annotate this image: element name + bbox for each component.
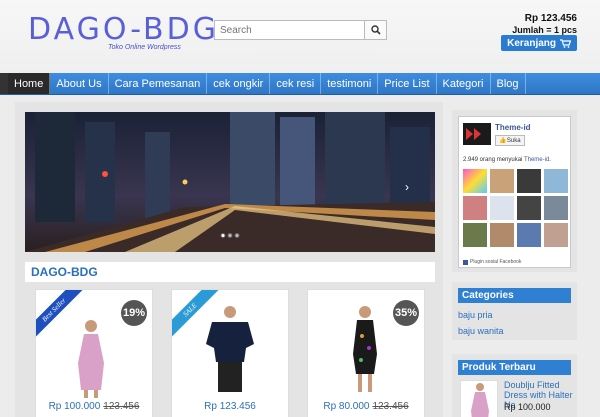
- site-tagline: Toko Online Wordpress: [108, 44, 181, 51]
- cart-icon: [560, 38, 571, 48]
- cart-total: Rp 123.456: [524, 13, 577, 24]
- discount-badge: 19%: [121, 300, 147, 326]
- site-header: DAGO-BDG Toko Online Wordpress Rp 123.45…: [0, 0, 600, 73]
- slider-dot[interactable]: [227, 233, 233, 238]
- facebook-like-count: 2.949 orang menyukai Theme-id.: [463, 157, 551, 163]
- section-title: DAGO-BDG: [25, 262, 435, 282]
- page-logo-icon: [463, 123, 491, 145]
- fan-avatar[interactable]: [517, 196, 541, 220]
- facebook-widget: Theme-id 👍Suka 2.949 orang menyukai Them…: [452, 110, 577, 272]
- product-price: Rp 80.000 123.456: [323, 401, 409, 412]
- main-content: › DAGO-BDG Best Seller 19% Rp 100.000 123…: [15, 102, 443, 417]
- product-grid: Best Seller 19% Rp 100.000 123.456 SALE R…: [25, 289, 435, 417]
- search-button[interactable]: [364, 21, 386, 39]
- product-image: [78, 320, 104, 398]
- slider-image: [25, 112, 435, 252]
- nav-testimoni[interactable]: testimoni: [321, 73, 379, 94]
- nav-cara-pemesanan[interactable]: Cara Pemesanan: [109, 73, 208, 94]
- nav-blog[interactable]: Blog: [491, 73, 526, 94]
- new-products-title: Produk Terbaru: [458, 360, 571, 375]
- nav-cek-resi[interactable]: cek resi: [270, 73, 322, 94]
- product-old-price: 123.456: [103, 401, 140, 412]
- fan-avatar[interactable]: [544, 169, 568, 193]
- fan-avatar[interactable]: [490, 196, 514, 220]
- product-price: Rp 123.456: [204, 401, 256, 412]
- product-image: [206, 306, 254, 392]
- facebook-likebox: Theme-id 👍Suka 2.949 orang menyukai Them…: [458, 116, 571, 268]
- new-product-price: Rp 100.000: [504, 402, 551, 412]
- nav-about-us[interactable]: About Us: [50, 73, 109, 94]
- facebook-page-name[interactable]: Theme-id: [495, 123, 531, 132]
- fan-avatar[interactable]: [517, 223, 541, 247]
- cart-quantity: Jumlah = 1 pcs: [512, 25, 577, 35]
- categories-title: Categories: [458, 288, 571, 303]
- nav-home[interactable]: Home: [8, 73, 51, 94]
- slider-dot[interactable]: [234, 233, 240, 238]
- product-price: Rp 100.000 123.456: [48, 401, 140, 412]
- slider-next-icon[interactable]: ›: [405, 180, 409, 194]
- nav-kategori[interactable]: Kategori: [437, 73, 491, 94]
- fan-avatar[interactable]: [490, 169, 514, 193]
- fan-avatar[interactable]: [517, 169, 541, 193]
- fan-avatar[interactable]: [463, 223, 487, 247]
- site-logo[interactable]: DAGO-BDG: [28, 12, 219, 47]
- product-card[interactable]: 35% Rp 80.000 123.456: [307, 289, 425, 417]
- discount-badge: 35%: [393, 300, 419, 326]
- product-card[interactable]: SALE Rp 123.456: [171, 289, 289, 417]
- fan-avatar[interactable]: [490, 223, 514, 247]
- thumbs-up-icon: 👍: [499, 138, 507, 144]
- nav-cek-ongkir[interactable]: cek ongkir: [207, 73, 271, 94]
- facebook-plugin-label: Plugin sosial Facebook: [463, 259, 521, 265]
- slider-dot[interactable]: [220, 233, 226, 238]
- product-image: [353, 306, 377, 392]
- fan-avatar[interactable]: [463, 169, 487, 193]
- category-link-baju-pria[interactable]: baju pria: [458, 310, 493, 320]
- facebook-like-button[interactable]: 👍Suka: [495, 135, 525, 146]
- product-card[interactable]: Best Seller 19% Rp 100.000 123.456: [35, 289, 153, 417]
- categories-widget: Categories baju pria baju wanita: [452, 282, 577, 340]
- slider-dots: [220, 233, 240, 238]
- main-nav: Home About Us Cara Pemesanan cek ongkir …: [0, 73, 600, 95]
- nav-price-list[interactable]: Price List: [378, 73, 437, 94]
- cart-button[interactable]: Keranjang: [501, 35, 577, 51]
- facebook-fans: [463, 169, 568, 247]
- new-products-widget: Produk Terbaru Doublju Fitted Dress with…: [452, 354, 577, 417]
- product-old-price: 123.456: [372, 401, 409, 412]
- facebook-icon: [463, 259, 468, 265]
- fan-avatar[interactable]: [544, 223, 568, 247]
- image-slider[interactable]: ›: [25, 112, 435, 252]
- fan-avatar[interactable]: [463, 196, 487, 220]
- new-product-image: [471, 383, 489, 417]
- search-input[interactable]: [215, 21, 364, 39]
- category-link-baju-wanita[interactable]: baju wanita: [458, 326, 504, 336]
- search-icon: [370, 25, 381, 35]
- theme-id-logo[interactable]: [463, 123, 491, 145]
- new-product-thumbnail[interactable]: [460, 380, 498, 417]
- cart-button-label: Keranjang: [507, 37, 556, 49]
- fan-avatar[interactable]: [544, 196, 568, 220]
- search-box: [214, 20, 387, 40]
